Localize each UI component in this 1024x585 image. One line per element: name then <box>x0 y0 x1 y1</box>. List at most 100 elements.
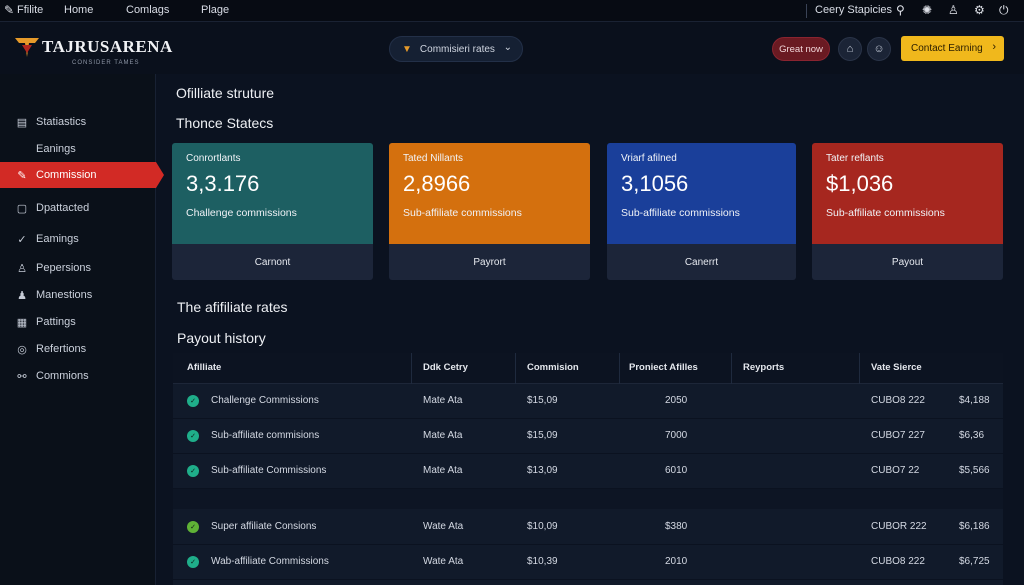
row-commission: $13,09 <box>527 465 558 476</box>
sidebar: ▤ Statiastics Eanings ✎ Commission ▢ Dpa… <box>0 74 164 585</box>
stat-card[interactable]: Tated Nillants 2,8966 Sub-affiliate comm… <box>389 143 590 280</box>
gear-icon[interactable]: ⚙ <box>974 3 985 17</box>
sidebar-item-label: Eamings <box>36 233 79 245</box>
great-now-button[interactable]: Great now <box>772 37 830 61</box>
card-footer[interactable]: Payout <box>812 244 1003 280</box>
menu-separator <box>806 4 807 18</box>
row-commission: $10,09 <box>527 521 558 532</box>
brand-logo[interactable]: TAJRUSARENA <box>14 36 173 58</box>
column-header[interactable]: Commision <box>527 362 579 373</box>
sidebar-item-label: Refertions <box>36 343 87 355</box>
logo-subtitle: CONSIDER TAMES <box>72 60 140 66</box>
row-name: Sub-affiliate Commissions <box>211 465 327 476</box>
contact-earning-label: Contact Earning <box>911 43 983 54</box>
row-mark: Mate Ata <box>423 465 463 476</box>
stat-card[interactable]: Conrortlants 3,3.176 Challenge commissio… <box>172 143 373 280</box>
stat-card[interactable]: Tater reflants $1,036 Sub-affiliate comm… <box>812 143 1003 280</box>
sidebar-item-commions[interactable]: ⚯ Commions <box>0 363 156 389</box>
column-header[interactable]: Vate Sierce <box>871 362 922 373</box>
menu-ffilite[interactable]: Ffilite <box>17 4 43 16</box>
table-row[interactable]: ✓ Sub-affiliate commisions Mate Ata $15,… <box>173 419 1003 454</box>
bank-icon[interactable]: ⌂ <box>838 37 862 61</box>
row-mark: Wate Ata <box>423 521 464 532</box>
row-amount: $6,186 <box>959 521 990 532</box>
rates-select[interactable]: ▼ Commisieri rates ⌄ <box>389 36 523 62</box>
table-row[interactable]: ✓ Sub-affiliate Commissions Mate Ata $13… <box>173 454 1003 489</box>
menu-right-label[interactable]: Ceery Stapicies <box>815 4 892 16</box>
structure-title: Ofilliate struture <box>176 85 275 101</box>
bug-icon[interactable]: ✺ <box>922 3 932 17</box>
menu-comlags[interactable]: Comlags <box>126 4 169 16</box>
column-header[interactable]: Proniect Afilles <box>629 362 698 373</box>
sidebar-item-label: Statiastics <box>36 116 87 128</box>
table-row[interactable]: ✓ Challenge Commissions Mate Ata $15,09 … <box>173 384 1003 419</box>
contact-earning-button[interactable]: Contact Earning › <box>901 36 1004 61</box>
column-header[interactable]: Reyports <box>743 362 784 373</box>
sidebar-item-eamings[interactable]: ✓ Eamings <box>0 226 156 252</box>
card-footer[interactable]: Canerrt <box>607 244 796 280</box>
sidebar-item-label: Eanings <box>36 143 76 155</box>
row-code: CUBO8 222 <box>871 556 925 567</box>
sidebar-item-label: Commission <box>36 169 97 181</box>
sidebar-item-label: Commions <box>36 370 89 382</box>
menu-plage[interactable]: Plage <box>201 4 229 16</box>
user-icon[interactable]: ♙ <box>948 3 959 17</box>
smile-icon[interactable]: ☺ <box>867 37 891 61</box>
column-header[interactable]: Afilliate <box>187 362 221 373</box>
sidebar-item-commission[interactable]: ✎ Commission <box>0 162 164 188</box>
sidebar-item-refertions[interactable]: ◎ Refertions <box>0 336 156 362</box>
row-count: 2010 <box>665 556 688 567</box>
app-header: TAJRUSARENA CONSIDER TAMES ▼ Commisieri … <box>0 22 1024 74</box>
row-amount: $6,36 <box>959 430 985 441</box>
card-body: Conrortlants 3,3.176 Challenge commissio… <box>172 143 373 244</box>
card-label: Vriarf afilned <box>621 153 677 164</box>
table-divider <box>173 489 1003 509</box>
row-commission: $10,39 <box>527 556 558 567</box>
pen-icon[interactable]: ⚲ <box>896 3 905 17</box>
column-header[interactable]: Ddk Cetry <box>423 362 468 373</box>
stat-card[interactable]: Vriarf afilned 3,1056 Sub-affiliate comm… <box>607 143 796 280</box>
row-code: CUBO7 22 <box>871 465 920 476</box>
row-name: Wab-affiliate Commissions <box>211 556 329 567</box>
card-value: 3,3.176 <box>186 171 260 196</box>
row-name: Super affiliate Consions <box>211 521 317 532</box>
edit-icon: ✎ <box>17 169 27 182</box>
rates-title: The afifiliate rates <box>177 299 288 315</box>
check-icon: ✓ <box>17 233 27 246</box>
chevron-down-icon: ⌄ <box>503 42 512 53</box>
payout-table: Afilliate Ddk Cetry Commision Proniect A… <box>173 353 1003 585</box>
sidebar-item-label: Pattings <box>36 316 76 328</box>
card-body: Tated Nillants 2,8966 Sub-affiliate comm… <box>389 143 590 244</box>
row-mark: Wate Ata <box>423 556 464 567</box>
chevron-right-icon: › <box>992 41 996 53</box>
states-title: Thonce Statecs <box>176 115 274 131</box>
sidebar-item-pattings[interactable]: ▦ Pattings <box>0 309 156 335</box>
people-icon: ♟ <box>17 289 27 302</box>
card-footer[interactable]: Carnont <box>172 244 373 280</box>
sidebar-item-manestions[interactable]: ♟ Manestions <box>0 282 156 308</box>
sidebar-item-statistics[interactable]: ▤ Statiastics <box>0 109 156 135</box>
sidebar-item-dpattacted[interactable]: ▢ Dpattacted <box>0 195 156 221</box>
shield-icon: ▼ <box>402 43 412 55</box>
sidebar-item-pepersions[interactable]: ♙ Pepersions <box>0 255 156 281</box>
card-value: 2,8966 <box>403 171 471 196</box>
status-dot-icon: ✓ <box>187 430 199 442</box>
sidebar-item-label: Manestions <box>36 289 93 301</box>
table-header: Afilliate Ddk Cetry Commision Proniect A… <box>173 353 1003 384</box>
table-row[interactable]: ✓ Super affiliate Consions Wate Ata $10,… <box>173 510 1003 545</box>
row-amount: $4,188 <box>959 395 990 406</box>
main-content: Ofilliate struture Thonce Statecs Conror… <box>157 74 1024 585</box>
card-footer[interactable]: Payrort <box>389 244 590 280</box>
row-mark: Mate Ata <box>423 395 463 406</box>
power-icon[interactable]: ⏻ <box>999 3 1009 18</box>
row-count: $380 <box>665 521 688 532</box>
card-label: Conrortlants <box>186 153 241 164</box>
table-row[interactable]: ✓ Wab-affiliate Commissions Wate Ata $10… <box>173 545 1003 580</box>
target-icon: ◎ <box>17 343 27 356</box>
grid-icon: ▦ <box>16 316 28 329</box>
row-name: Sub-affiliate commisions <box>211 430 320 441</box>
sidebar-item-earnings[interactable]: Eanings <box>0 136 156 162</box>
status-dot-icon: ✓ <box>187 465 199 477</box>
menu-home[interactable]: Home <box>64 4 93 16</box>
logo-text: TAJRUSARENA <box>42 37 173 56</box>
